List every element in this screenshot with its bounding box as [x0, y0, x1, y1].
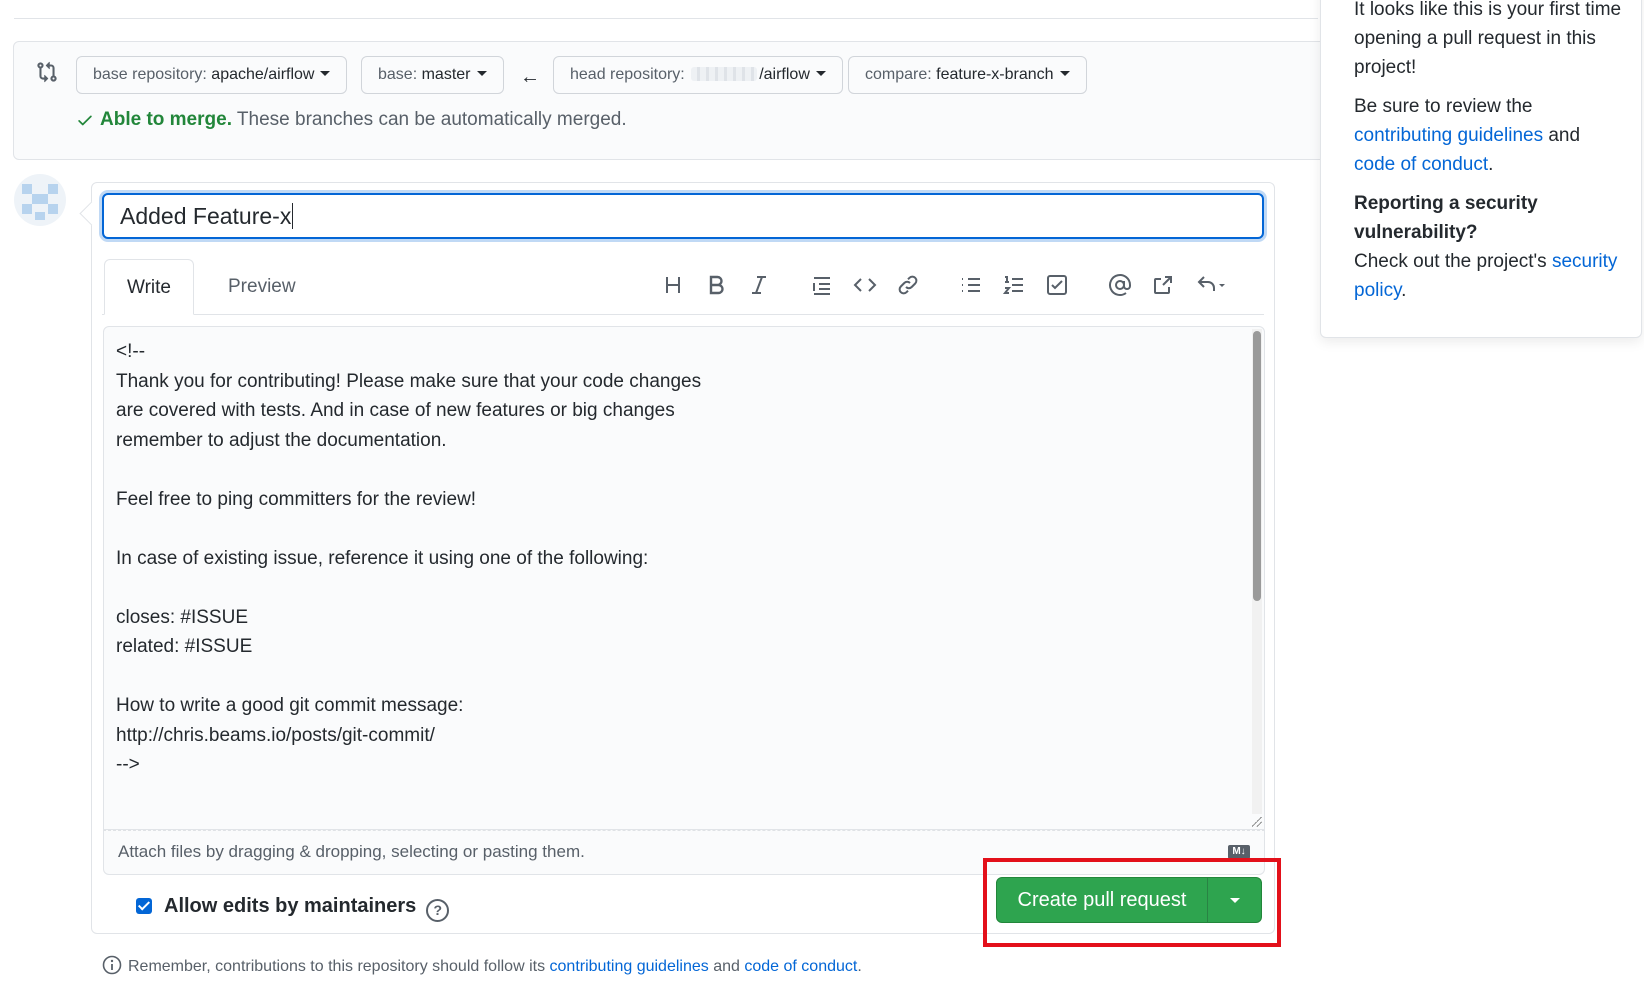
caret-down-icon [476, 71, 487, 76]
avatar[interactable] [14, 174, 66, 226]
create-options-dropdown[interactable] [1207, 877, 1262, 923]
bold-icon[interactable] [702, 271, 730, 299]
footnote-and: and [713, 958, 740, 975]
security-period: . [1401, 280, 1407, 301]
security-prefix: Check out the project's [1354, 251, 1547, 272]
footnote-contributing-guidelines-link[interactable]: contributing guidelines [550, 958, 709, 975]
unordered-list-icon[interactable] [957, 271, 985, 299]
first-time-message: It looks like this is your first time op… [1354, 0, 1622, 78]
code-of-conduct-link[interactable]: code of conduct [1354, 154, 1488, 175]
page-divider [14, 18, 1318, 19]
redacted-owner [691, 67, 758, 81]
caret-down-icon [815, 71, 826, 76]
base-repository-select[interactable]: base repository: apache/airflow [76, 56, 348, 94]
footnote-text: Remember, contributions to this reposito… [128, 958, 546, 975]
editor-scrollbar-thumb[interactable] [1253, 331, 1261, 601]
reply-icon[interactable] [1192, 271, 1230, 299]
pull-request-form: Added Feature-x Write Preview <!-- Thank… [91, 182, 1275, 934]
mention-icon[interactable] [1106, 271, 1134, 299]
base-repository-label: base repository: [93, 66, 207, 83]
merge-status-text: These branches can be automatically merg… [236, 109, 627, 130]
body-text: <!-- Thank you for contributing! Please … [116, 341, 702, 775]
resize-handle[interactable] [1252, 817, 1262, 827]
review-prefix: Be sure to review the [1354, 96, 1533, 117]
head-repository-select[interactable]: head repository: /airflow [553, 56, 843, 94]
allow-edits-checkbox[interactable] [136, 898, 152, 914]
security-text: Check out the project's security policy. [1354, 247, 1624, 305]
review-and: and [1548, 125, 1581, 146]
caret-down-icon [1059, 71, 1070, 76]
heading-icon[interactable] [659, 271, 687, 299]
tab-write[interactable]: Write [104, 259, 194, 315]
check-icon [78, 115, 92, 126]
title-input-value: Added Feature-x [120, 203, 292, 229]
title-input[interactable]: Added Feature-x [102, 193, 1264, 239]
base-branch-select[interactable]: base: master [361, 56, 504, 94]
allow-edits-label[interactable]: Allow edits by maintainers [164, 895, 416, 917]
review-guidelines-text: Be sure to review the contributing guide… [1354, 92, 1624, 179]
task-list-icon[interactable] [1043, 271, 1071, 299]
compare-bar: base repository: apache/airflow base: ma… [13, 41, 1343, 160]
ordered-list-icon[interactable] [1000, 271, 1028, 299]
question-icon[interactable]: ? [426, 899, 450, 922]
code-icon[interactable] [851, 271, 879, 299]
base-branch-value: master [421, 66, 471, 83]
review-period: . [1488, 154, 1494, 175]
create-pull-request-button[interactable]: Create pull request [996, 877, 1208, 923]
compare-branch-label: compare: [865, 66, 932, 83]
security-heading: Reporting a security vulnerability? [1354, 193, 1538, 243]
italic-icon[interactable] [745, 271, 773, 299]
compare-branch-value: feature-x-branch [936, 66, 1054, 83]
body-textarea[interactable]: <!-- Thank you for contributing! Please … [103, 326, 1265, 830]
merge-status: Able to merge. These branches can be aut… [76, 109, 627, 131]
link-icon[interactable] [894, 271, 922, 299]
markdown-icon[interactable]: M↓ [1228, 845, 1250, 859]
merge-ok-label: Able to merge. [100, 109, 232, 130]
quote-icon[interactable] [808, 271, 836, 299]
footnote-code-of-conduct-link[interactable]: code of conduct [744, 958, 857, 975]
head-repository-label: head repository: [570, 66, 685, 83]
attach-files-text: Attach files by dragging & dropping, sel… [118, 842, 585, 861]
info-icon [102, 955, 122, 975]
contributing-guidelines-link[interactable]: contributing guidelines [1354, 125, 1543, 146]
contribution-footnote: Remember, contributions to this reposito… [102, 955, 862, 976]
arrow-left-icon: ← [520, 66, 540, 88]
head-repository-value: /airflow [759, 66, 810, 83]
base-repository-value: apache/airflow [211, 66, 315, 83]
base-branch-label: base: [378, 66, 418, 83]
caret-down-icon [1230, 898, 1240, 903]
tab-preview[interactable]: Preview [206, 259, 318, 315]
git-compare-icon [37, 61, 57, 83]
text-cursor [292, 203, 294, 229]
first-time-contributor-panel: It looks like this is your first time op… [1320, 0, 1642, 338]
compare-branch-select[interactable]: compare: feature-x-branch [848, 56, 1087, 94]
cross-reference-icon[interactable] [1149, 271, 1177, 299]
caret-down-icon [320, 71, 331, 76]
allow-edits-row: Allow edits by maintainers? [136, 895, 450, 922]
footnote-period: . [857, 958, 862, 975]
